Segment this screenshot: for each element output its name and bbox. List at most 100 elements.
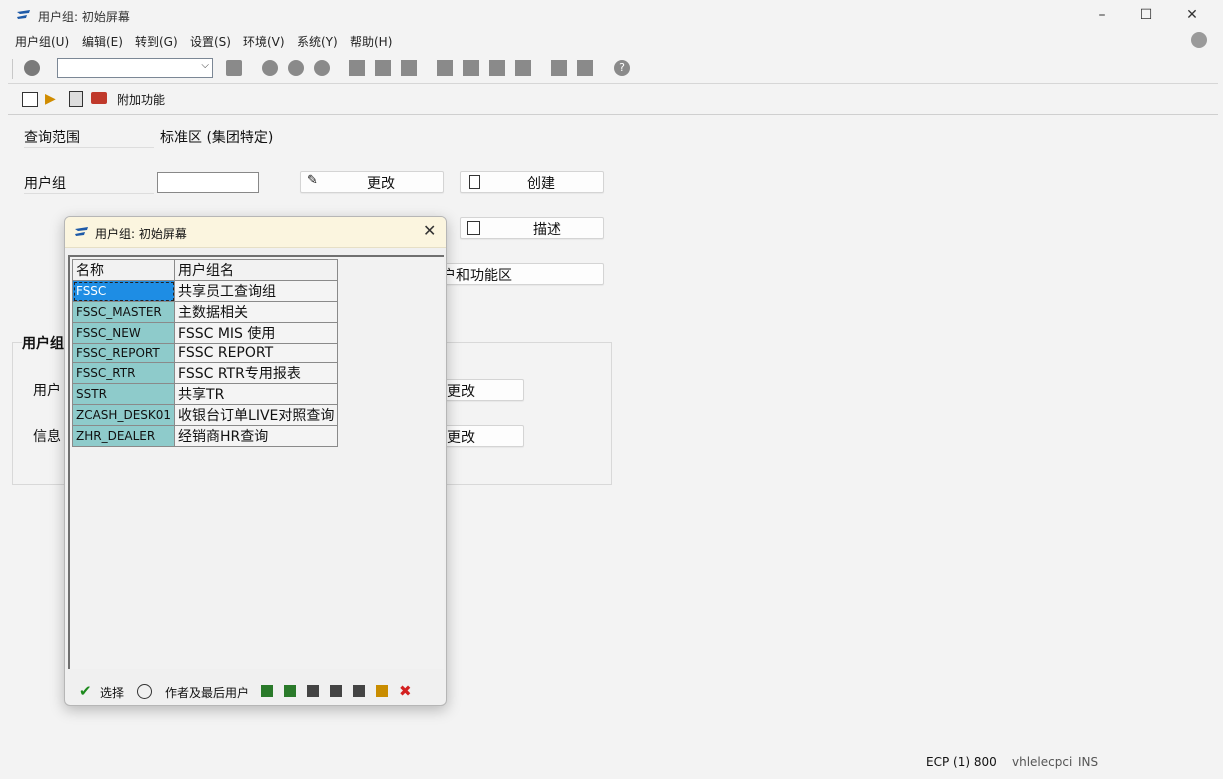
- print-icon[interactable]: [353, 685, 365, 697]
- system-info[interactable]: ECP (1) 800: [926, 755, 997, 769]
- change-button[interactable]: ✎ 更改: [300, 171, 444, 193]
- table-row[interactable]: FSSC_RTR FSSC RTR专用报表: [71, 362, 339, 384]
- menu-goto[interactable]: 转到(G): [135, 33, 178, 50]
- next-page-icon[interactable]: [489, 60, 505, 76]
- check-icon[interactable]: ✔: [79, 682, 92, 700]
- exit-icon[interactable]: [288, 60, 304, 76]
- change-info-button[interactable]: 更改: [444, 425, 524, 447]
- row-desc[interactable]: 共享TR: [174, 383, 339, 405]
- menu-environment[interactable]: 环境(V): [243, 33, 285, 50]
- cancel-icon[interactable]: [314, 60, 330, 76]
- menu-system[interactable]: 系统(Y): [297, 33, 338, 50]
- user-function-area-button[interactable]: 户和功能区: [442, 263, 604, 285]
- menu-bar: 用户组(U) 编辑(E) 转到(G) 设置(S) 环境(V) 系统(Y) 帮助(…: [0, 30, 1223, 52]
- row-key[interactable]: FSSC_NEW: [71, 322, 176, 344]
- minimize-button[interactable]: –: [1079, 0, 1125, 30]
- table-row[interactable]: FSSC 共享员工查询组: [71, 280, 339, 302]
- table-row[interactable]: FSSC_REPORT FSSC REPORT: [71, 343, 339, 363]
- menu-user-group[interactable]: 用户组(U): [15, 33, 69, 50]
- print-icon[interactable]: [349, 60, 365, 76]
- table-row[interactable]: FSSC_NEW FSSC MIS 使用: [71, 322, 339, 344]
- pencil-icon: ✎: [307, 173, 318, 188]
- customize-icon[interactable]: [1191, 32, 1207, 48]
- value-help-dialog: 用户组: 初始屏幕 ✕ 名称 用户组名 FSSC 共享员工查询组 FSSC_MAS…: [64, 216, 447, 706]
- save-icon[interactable]: [226, 60, 242, 76]
- row-desc[interactable]: 经销商HR查询: [174, 425, 339, 447]
- dialog-title: 用户组: 初始屏幕: [95, 227, 187, 241]
- describe-button[interactable]: 描述: [460, 217, 604, 239]
- row-desc[interactable]: 主数据相关: [174, 301, 339, 323]
- row-desc[interactable]: FSSC MIS 使用: [174, 322, 339, 344]
- extras-label[interactable]: 附加功能: [117, 91, 165, 108]
- info-row-label: 信息: [33, 429, 61, 445]
- change-users-button[interactable]: 更改: [444, 379, 524, 401]
- table-icon[interactable]: [376, 685, 388, 697]
- menu-help[interactable]: 帮助(H): [350, 33, 392, 50]
- sap-logo-icon: [75, 227, 88, 236]
- section-title: 用户组: [22, 333, 68, 353]
- result-list-area: 名称 用户组名 FSSC 共享员工查询组 FSSC_MASTER 主数据相关 FSS…: [68, 255, 444, 669]
- menu-settings[interactable]: 设置(S): [190, 33, 231, 50]
- row-key[interactable]: FSSC_REPORT: [71, 343, 176, 363]
- find-next-icon[interactable]: [401, 60, 417, 76]
- command-field[interactable]: ⌵: [57, 58, 213, 78]
- help-icon[interactable]: ?: [614, 60, 630, 76]
- row-key[interactable]: SSTR: [71, 383, 176, 405]
- row-desc[interactable]: 共享员工查询组: [174, 280, 339, 302]
- delete-icon[interactable]: [69, 91, 83, 107]
- row-desc[interactable]: FSSC REPORT: [174, 343, 339, 363]
- group-label: 用户组: [24, 173, 154, 194]
- user-row-label: 用户: [33, 383, 61, 399]
- application-toolbar: [8, 86, 1218, 115]
- input-mode: INS: [1078, 755, 1099, 769]
- column-header-group-name[interactable]: 用户组名: [174, 259, 339, 281]
- server-info: vhlelecpci: [1012, 755, 1073, 769]
- close-window-button[interactable]: ✕: [1169, 0, 1215, 30]
- menu-edit[interactable]: 编辑(E): [82, 33, 123, 50]
- transport-icon[interactable]: [91, 92, 107, 104]
- window-title: 用户组: 初始屏幕: [38, 10, 130, 24]
- back-icon[interactable]: [262, 60, 278, 76]
- table-row[interactable]: ZHR_DEALER 经销商HR查询: [71, 425, 339, 447]
- scope-label: 查询范围: [24, 127, 154, 148]
- cancel-icon[interactable]: ✖: [399, 682, 412, 700]
- execute-icon[interactable]: ▶: [45, 91, 56, 107]
- new-session-icon[interactable]: [551, 60, 567, 76]
- new-document-icon: [469, 175, 480, 189]
- copy-icon[interactable]: [22, 92, 38, 107]
- sap-logo-icon: [17, 10, 30, 19]
- dialog-header: 用户组: 初始屏幕 ✕: [65, 217, 446, 248]
- filter-icon[interactable]: [330, 685, 342, 697]
- previous-page-icon[interactable]: [463, 60, 479, 76]
- shortcut-icon[interactable]: [577, 60, 593, 76]
- search-icon[interactable]: [137, 684, 152, 699]
- maximize-button[interactable]: ☐: [1123, 0, 1169, 30]
- sort-descending-icon[interactable]: [284, 685, 296, 697]
- row-desc[interactable]: 收银台订单LIVE对照查询: [174, 404, 339, 426]
- row-key[interactable]: FSSC: [71, 280, 176, 302]
- chevron-down-icon[interactable]: ⌵: [201, 60, 209, 71]
- table-row[interactable]: SSTR 共享TR: [71, 383, 339, 405]
- select-button-label[interactable]: 选择: [100, 684, 124, 701]
- user-group-input[interactable]: [157, 172, 259, 193]
- title-bar: 用户组: 初始屏幕 – ☐ ✕: [0, 0, 1223, 30]
- column-header-name[interactable]: 名称: [71, 259, 176, 281]
- row-desc[interactable]: FSSC RTR专用报表: [174, 362, 339, 384]
- row-key[interactable]: ZHR_DEALER: [71, 425, 176, 447]
- table-row[interactable]: FSSC_MASTER 主数据相关: [71, 301, 339, 323]
- row-key[interactable]: FSSC_MASTER: [71, 301, 176, 323]
- first-page-icon[interactable]: [437, 60, 453, 76]
- table-row[interactable]: ZCASH_DESK01 收银台订单LIVE对照查询: [71, 404, 339, 426]
- enter-icon[interactable]: [24, 60, 40, 76]
- document-edit-icon: [467, 221, 480, 235]
- find-icon[interactable]: [375, 60, 391, 76]
- dialog-close-icon[interactable]: ✕: [423, 221, 436, 240]
- row-key[interactable]: ZCASH_DESK01: [71, 404, 176, 426]
- row-key[interactable]: FSSC_RTR: [71, 362, 176, 384]
- last-page-icon[interactable]: [515, 60, 531, 76]
- scope-value: 标准区 (集团特定): [160, 130, 274, 146]
- create-button[interactable]: 创建: [460, 171, 604, 193]
- author-last-user-label[interactable]: 作者及最后用户: [165, 684, 249, 701]
- sort-ascending-icon[interactable]: [261, 685, 273, 697]
- find-icon[interactable]: [307, 685, 319, 697]
